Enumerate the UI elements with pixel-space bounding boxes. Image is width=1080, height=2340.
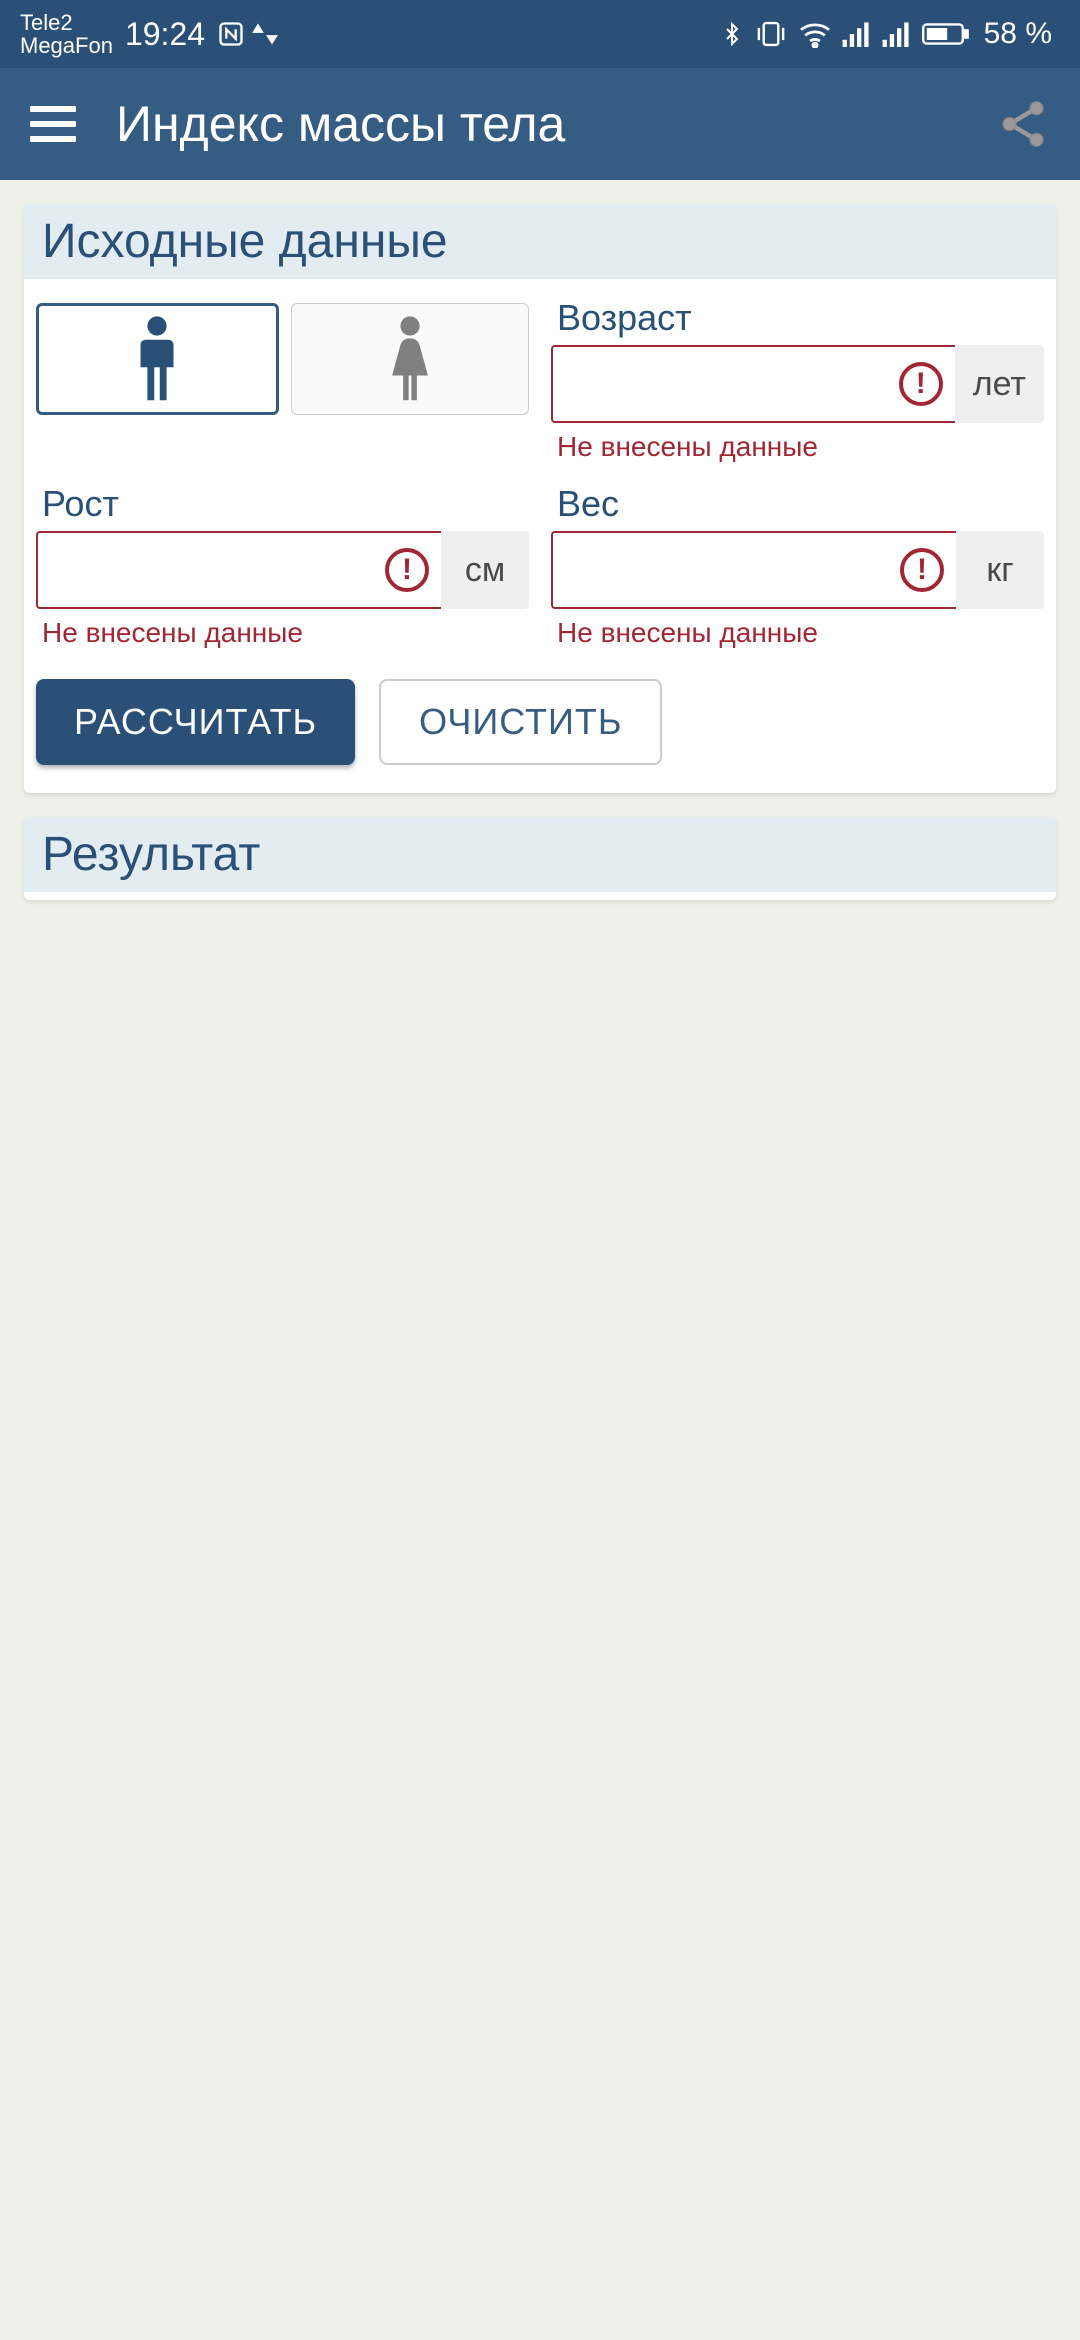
male-icon bbox=[129, 315, 185, 403]
weight-error: Не внесены данные bbox=[551, 617, 1044, 649]
signal-1-icon bbox=[842, 21, 872, 47]
weight-unit: кг bbox=[956, 531, 1044, 609]
height-field: Рост ! см Не внесены данные bbox=[36, 483, 529, 649]
battery-percent: 58 % bbox=[984, 17, 1052, 51]
height-label: Рост bbox=[36, 483, 529, 525]
weight-label: Вес bbox=[551, 483, 1044, 525]
result-card: Результат bbox=[24, 817, 1056, 900]
content: Исходные данные bbox=[0, 180, 1080, 948]
menu-button[interactable] bbox=[30, 106, 76, 142]
clock: 19:24 bbox=[125, 16, 205, 53]
vibrate-icon bbox=[754, 19, 788, 49]
input-card-header: Исходные данные bbox=[24, 204, 1056, 279]
share-button[interactable] bbox=[996, 97, 1050, 151]
gender-male-button[interactable] bbox=[36, 303, 279, 415]
weight-field: Вес ! кг Не внесены данные bbox=[551, 483, 1044, 649]
age-field: Возраст ! лет Не внесены данные bbox=[551, 297, 1044, 463]
nfc-icon bbox=[217, 20, 245, 48]
age-unit: лет bbox=[955, 345, 1044, 423]
wifi-icon bbox=[798, 20, 832, 48]
result-card-header: Результат bbox=[24, 817, 1056, 892]
signal-2-icon bbox=[882, 21, 912, 47]
traffic-icon bbox=[251, 20, 279, 48]
app-bar: Индекс массы тела bbox=[0, 68, 1080, 180]
page-title: Индекс массы тела bbox=[116, 95, 956, 153]
bluetooth-icon bbox=[720, 19, 744, 49]
gender-female-button[interactable] bbox=[291, 303, 530, 415]
clear-button[interactable]: ОЧИСТИТЬ bbox=[379, 679, 662, 765]
alert-icon: ! bbox=[385, 548, 429, 592]
carrier-labels: Tele2 MegaFon bbox=[20, 11, 113, 57]
carrier-1: Tele2 bbox=[20, 11, 113, 34]
age-input[interactable]: ! bbox=[551, 345, 955, 423]
status-icons-left bbox=[217, 20, 279, 48]
alert-icon: ! bbox=[900, 548, 944, 592]
height-input[interactable]: ! bbox=[36, 531, 441, 609]
weight-input[interactable]: ! bbox=[551, 531, 956, 609]
battery-icon bbox=[922, 21, 970, 47]
calculate-button[interactable]: РАССЧИТАТЬ bbox=[36, 679, 355, 765]
input-card: Исходные данные bbox=[24, 204, 1056, 793]
female-icon bbox=[382, 315, 438, 403]
carrier-2: MegaFon bbox=[20, 34, 113, 57]
height-error: Не внесены данные bbox=[36, 617, 529, 649]
height-unit: см bbox=[441, 531, 529, 609]
age-label: Возраст bbox=[551, 297, 1044, 339]
status-bar: Tele2 MegaFon 19:24 58 % bbox=[0, 0, 1080, 68]
age-error: Не внесены данные bbox=[551, 431, 1044, 463]
status-icons-right: 58 % bbox=[720, 17, 1052, 51]
gender-field bbox=[36, 297, 529, 463]
alert-icon: ! bbox=[899, 362, 943, 406]
